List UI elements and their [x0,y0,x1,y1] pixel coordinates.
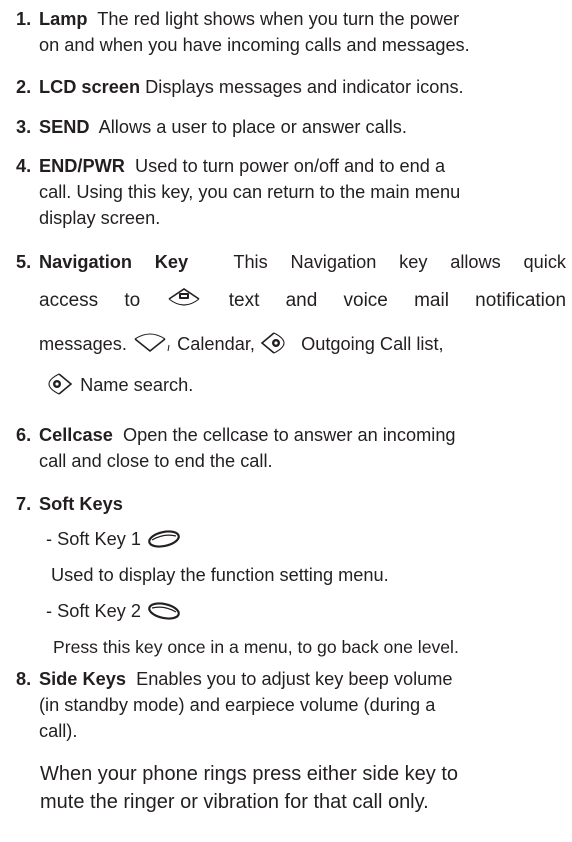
item-text: The red light shows when you turn the po… [97,9,460,29]
item-soft-keys: 7. Soft Keys [16,491,566,517]
item-number: 2. [16,77,32,97]
item-send: 3. SEND Allows a user to place or answer… [16,114,566,140]
item-number: 1. [16,9,32,29]
side-note-line-2: mute the ringer or vibration for that ca… [40,791,429,813]
item-lamp: 1. Lamp The red light shows when you tur… [16,6,566,58]
item-text: Calendar, [177,334,255,354]
soft-key-1-desc: Used to display the function setting men… [51,565,389,585]
item-text: This Navigation key allows quick [233,252,567,272]
item-text: display screen. [39,208,161,228]
item-text: (in standby mode) and earpiece volume (d… [39,695,436,715]
nav-down-calendar-icon [132,331,172,367]
soft-key-2-icon [146,600,182,629]
item-text: Open the cellcase to answer an incoming [122,425,456,445]
item-text: call and close to end the call. [39,451,273,471]
item-text: Allows a user to place or answer calls. [98,117,407,137]
soft-key-2-desc: Press this key once in a menu, to go bac… [53,637,459,657]
item-term: END/PWR [39,156,125,176]
item-text: Name search. [80,375,194,395]
item-number: 4. [16,156,32,176]
item-term: Soft Keys [39,494,123,514]
item-term: SEND [39,117,90,137]
item-text: Enables you to adjust key beep volume [136,669,453,689]
item-end-pwr: 4. END/PWR Used to turn power on/off and… [16,153,566,231]
soft-key-1-label: - Soft Key 1 [46,529,142,549]
item-term: Side Keys [39,669,126,689]
item-number: 5. [16,252,32,272]
item-text: call). [39,721,78,741]
item-text: Used to turn power on/off and to end a [135,156,446,176]
nav-up-mail-icon [166,287,202,324]
soft-key-2-label: - Soft Key 2 [46,601,142,621]
item-term: LCD screen [39,77,141,97]
item-term: Navigation Key [39,252,189,272]
item-side-keys: 8. Side Keys Enables you to adjust key b… [16,666,566,744]
item-number: 7. [16,494,32,514]
item-number: 8. [16,669,32,689]
item-text: call. Using this key, you can return to … [39,182,461,202]
item-text: access to [39,290,141,311]
item-text: Outgoing Call list, [301,334,444,354]
soft-key-1-icon [146,528,182,557]
item-navigation-key: 5. Navigation Key This Navigation key al… [16,249,566,408]
item-cellcase: 6. Cellcase Open the cellcase to answer … [16,422,566,474]
soft-key-1-row: - Soft Key 1 [46,526,182,557]
item-number: 3. [16,117,32,137]
item-text: text and voice mail notification [228,290,567,311]
item-text: messages. [39,334,127,354]
item-number: 6. [16,425,32,445]
item-term: Lamp [39,9,88,29]
side-note-line-1: When your phone rings press either side … [40,763,458,785]
item-lcd-screen: 2. LCD screen Displays messages and indi… [16,74,566,100]
soft-key-2-row: - Soft Key 2 [46,598,182,629]
nav-left-outgoing-icon [260,331,296,367]
item-term: Cellcase [39,425,113,445]
nav-right-name-search-icon [39,372,75,408]
item-text: on and when you have incoming calls and … [39,35,470,55]
item-text: Displays messages and indicator icons. [145,77,464,97]
